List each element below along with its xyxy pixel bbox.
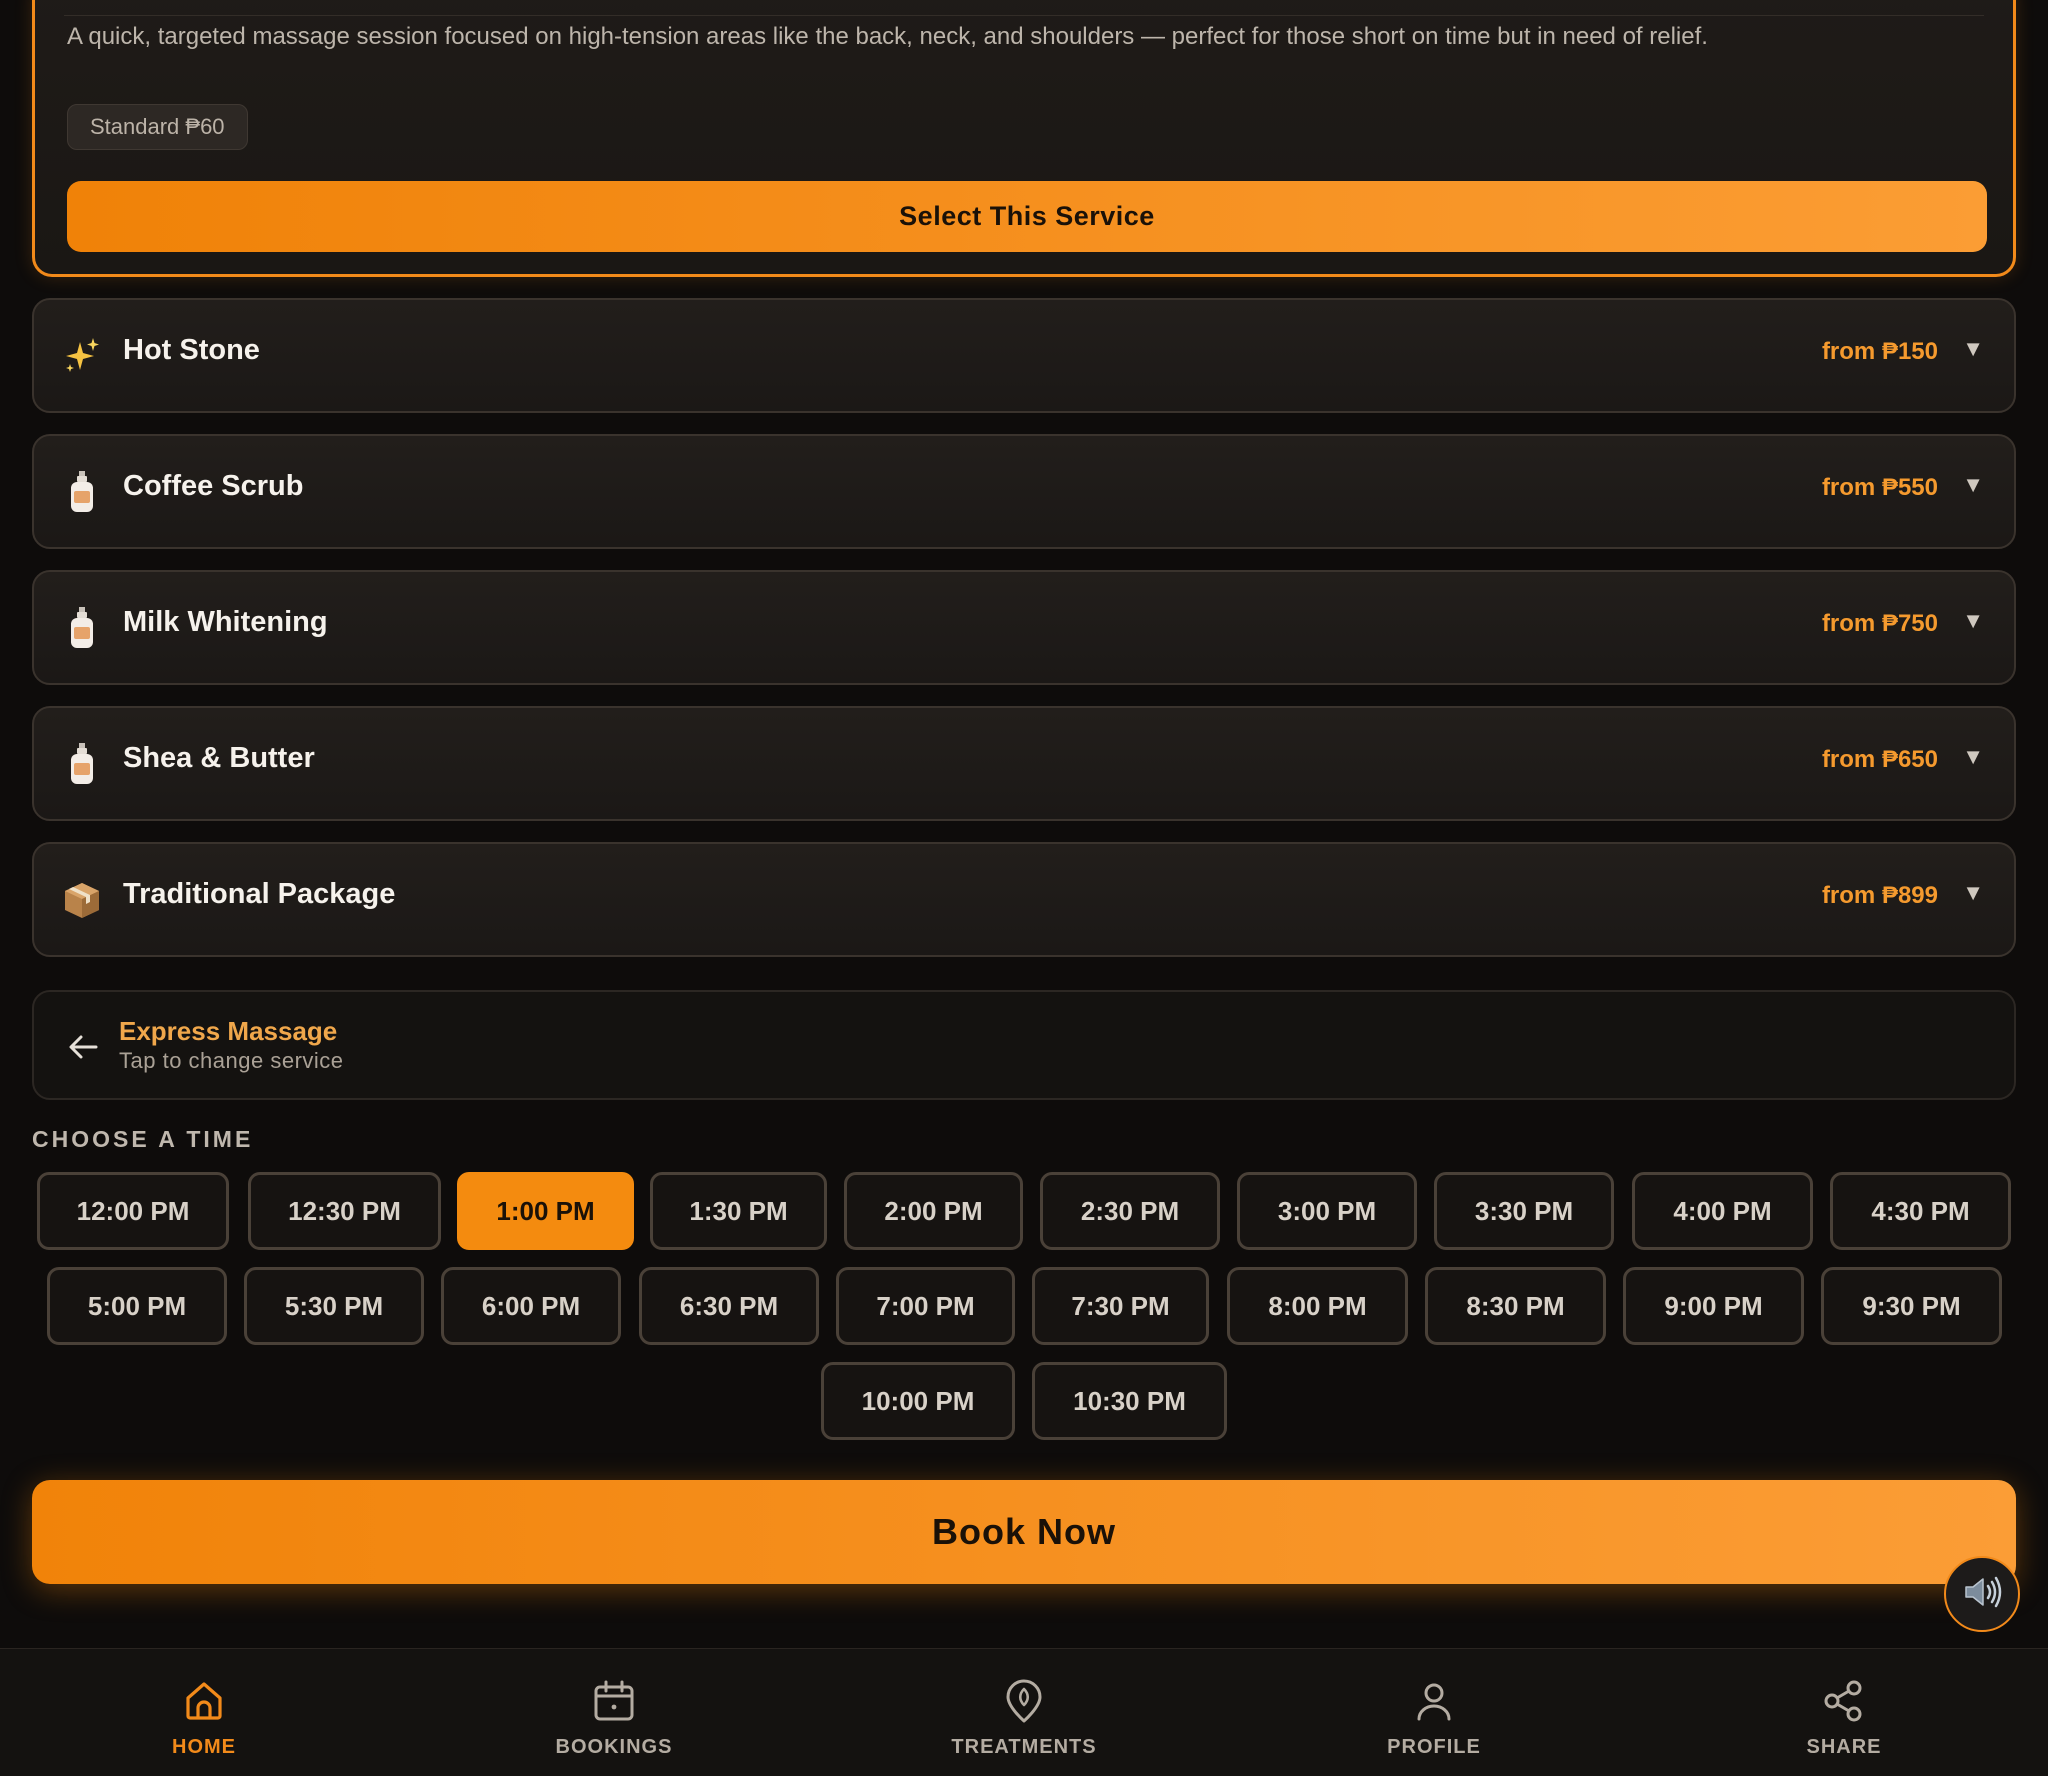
time-slot[interactable]: 5:30 PM (244, 1267, 424, 1345)
user-icon (1412, 1649, 1456, 1728)
nav-label: TREATMENTS (951, 1736, 1097, 1758)
nav-label: BOOKINGS (555, 1736, 673, 1758)
share-icon (1822, 1649, 1866, 1728)
time-slot[interactable]: 6:30 PM (639, 1267, 819, 1345)
service-price: from ₱650 (1821, 746, 1938, 773)
time-slot[interactable]: 8:30 PM (1425, 1267, 1606, 1345)
service-price: from ₱550 (1821, 474, 1938, 501)
bottom-navigation: HOME BOOKINGS TREATMENTS PROFILE SHARE (0, 1648, 2048, 1776)
service-name: Shea & Butter (123, 742, 315, 774)
nav-treatments[interactable]: TREATMENTS (924, 1649, 1124, 1776)
price-tier-chip[interactable]: Standard ₱60 (67, 104, 248, 150)
card-divider (64, 15, 1984, 16)
time-slot[interactable]: 4:30 PM (1830, 1172, 2011, 1250)
nav-label: HOME (172, 1736, 236, 1758)
time-slot[interactable]: 5:00 PM (47, 1267, 227, 1345)
time-slot-selected[interactable]: 1:00 PM (457, 1172, 634, 1250)
sparkles-icon (62, 328, 102, 384)
time-slot[interactable]: 12:30 PM (248, 1172, 441, 1250)
service-description: A quick, targeted massage session focuse… (67, 23, 1708, 50)
location-pin-icon (1002, 1649, 1046, 1728)
time-slot[interactable]: 12:00 PM (37, 1172, 229, 1250)
time-slot[interactable]: 8:00 PM (1227, 1267, 1408, 1345)
time-slot[interactable]: 3:00 PM (1237, 1172, 1417, 1250)
nav-label: PROFILE (1387, 1736, 1481, 1758)
time-slot[interactable]: 10:30 PM (1032, 1362, 1227, 1440)
time-slot[interactable]: 9:00 PM (1623, 1267, 1804, 1345)
time-slot[interactable]: 10:00 PM (821, 1362, 1015, 1440)
time-slot[interactable]: 2:00 PM (844, 1172, 1023, 1250)
service-name: Milk Whitening (123, 606, 328, 638)
time-slot[interactable]: 6:00 PM (441, 1267, 621, 1345)
chevron-down-icon: ▼ (1962, 880, 1984, 905)
sound-toggle-button[interactable] (1944, 1556, 2020, 1632)
service-row-hot-stone[interactable]: Hot Stone from ₱150 ▼ (32, 298, 2016, 413)
lotion-bottle-icon (62, 736, 102, 792)
time-slot[interactable]: 9:30 PM (1821, 1267, 2002, 1345)
service-price: from ₱750 (1821, 610, 1938, 637)
time-slot[interactable]: 7:00 PM (836, 1267, 1015, 1345)
home-icon (182, 1649, 226, 1728)
service-name: Coffee Scrub (123, 470, 304, 502)
choose-time-label: CHOOSE A TIME (32, 1126, 254, 1152)
expanded-service-card: A quick, targeted massage session focuse… (32, 0, 2016, 277)
nav-bookings[interactable]: BOOKINGS (514, 1649, 714, 1776)
time-slot[interactable]: 2:30 PM (1040, 1172, 1220, 1250)
time-slot[interactable]: 7:30 PM (1032, 1267, 1209, 1345)
change-service-bar[interactable]: Express Massage Tap to change service (32, 990, 2016, 1100)
time-slot[interactable]: 3:30 PM (1434, 1172, 1614, 1250)
book-now-button[interactable]: Book Now (32, 1480, 2016, 1584)
service-row-milk-whitening[interactable]: Milk Whitening from ₱750 ▼ (32, 570, 2016, 685)
nav-share[interactable]: SHARE (1744, 1649, 1944, 1776)
nav-profile[interactable]: PROFILE (1334, 1649, 1534, 1776)
time-slot[interactable]: 4:00 PM (1632, 1172, 1813, 1250)
service-name: Traditional Package (123, 878, 396, 910)
nav-home[interactable]: HOME (104, 1649, 304, 1776)
change-service-hint: Tap to change service (119, 1048, 344, 1073)
service-row-coffee-scrub[interactable]: Coffee Scrub from ₱550 ▼ (32, 434, 2016, 549)
selected-service-name: Express Massage (119, 1016, 338, 1046)
select-service-button[interactable]: Select This Service (67, 181, 1987, 252)
chevron-down-icon: ▼ (1962, 336, 1984, 361)
service-price: from ₱150 (1821, 338, 1938, 365)
service-row-traditional-package[interactable]: Traditional Package from ₱899 ▼ (32, 842, 2016, 957)
calendar-icon (592, 1649, 636, 1728)
time-slot[interactable]: 1:30 PM (650, 1172, 827, 1250)
package-icon (62, 872, 102, 928)
lotion-bottle-icon (62, 600, 102, 656)
chevron-down-icon: ▼ (1962, 608, 1984, 633)
lotion-bottle-icon (62, 464, 102, 520)
nav-label: SHARE (1806, 1736, 1882, 1758)
service-price: from ₱899 (1821, 882, 1938, 909)
chevron-down-icon: ▼ (1962, 744, 1984, 769)
chevron-down-icon: ▼ (1962, 472, 1984, 497)
arrow-left-icon (68, 1034, 98, 1060)
service-name: Hot Stone (123, 334, 260, 366)
service-row-shea-butter[interactable]: Shea & Butter from ₱650 ▼ (32, 706, 2016, 821)
speaker-icon (1962, 1574, 2002, 1615)
